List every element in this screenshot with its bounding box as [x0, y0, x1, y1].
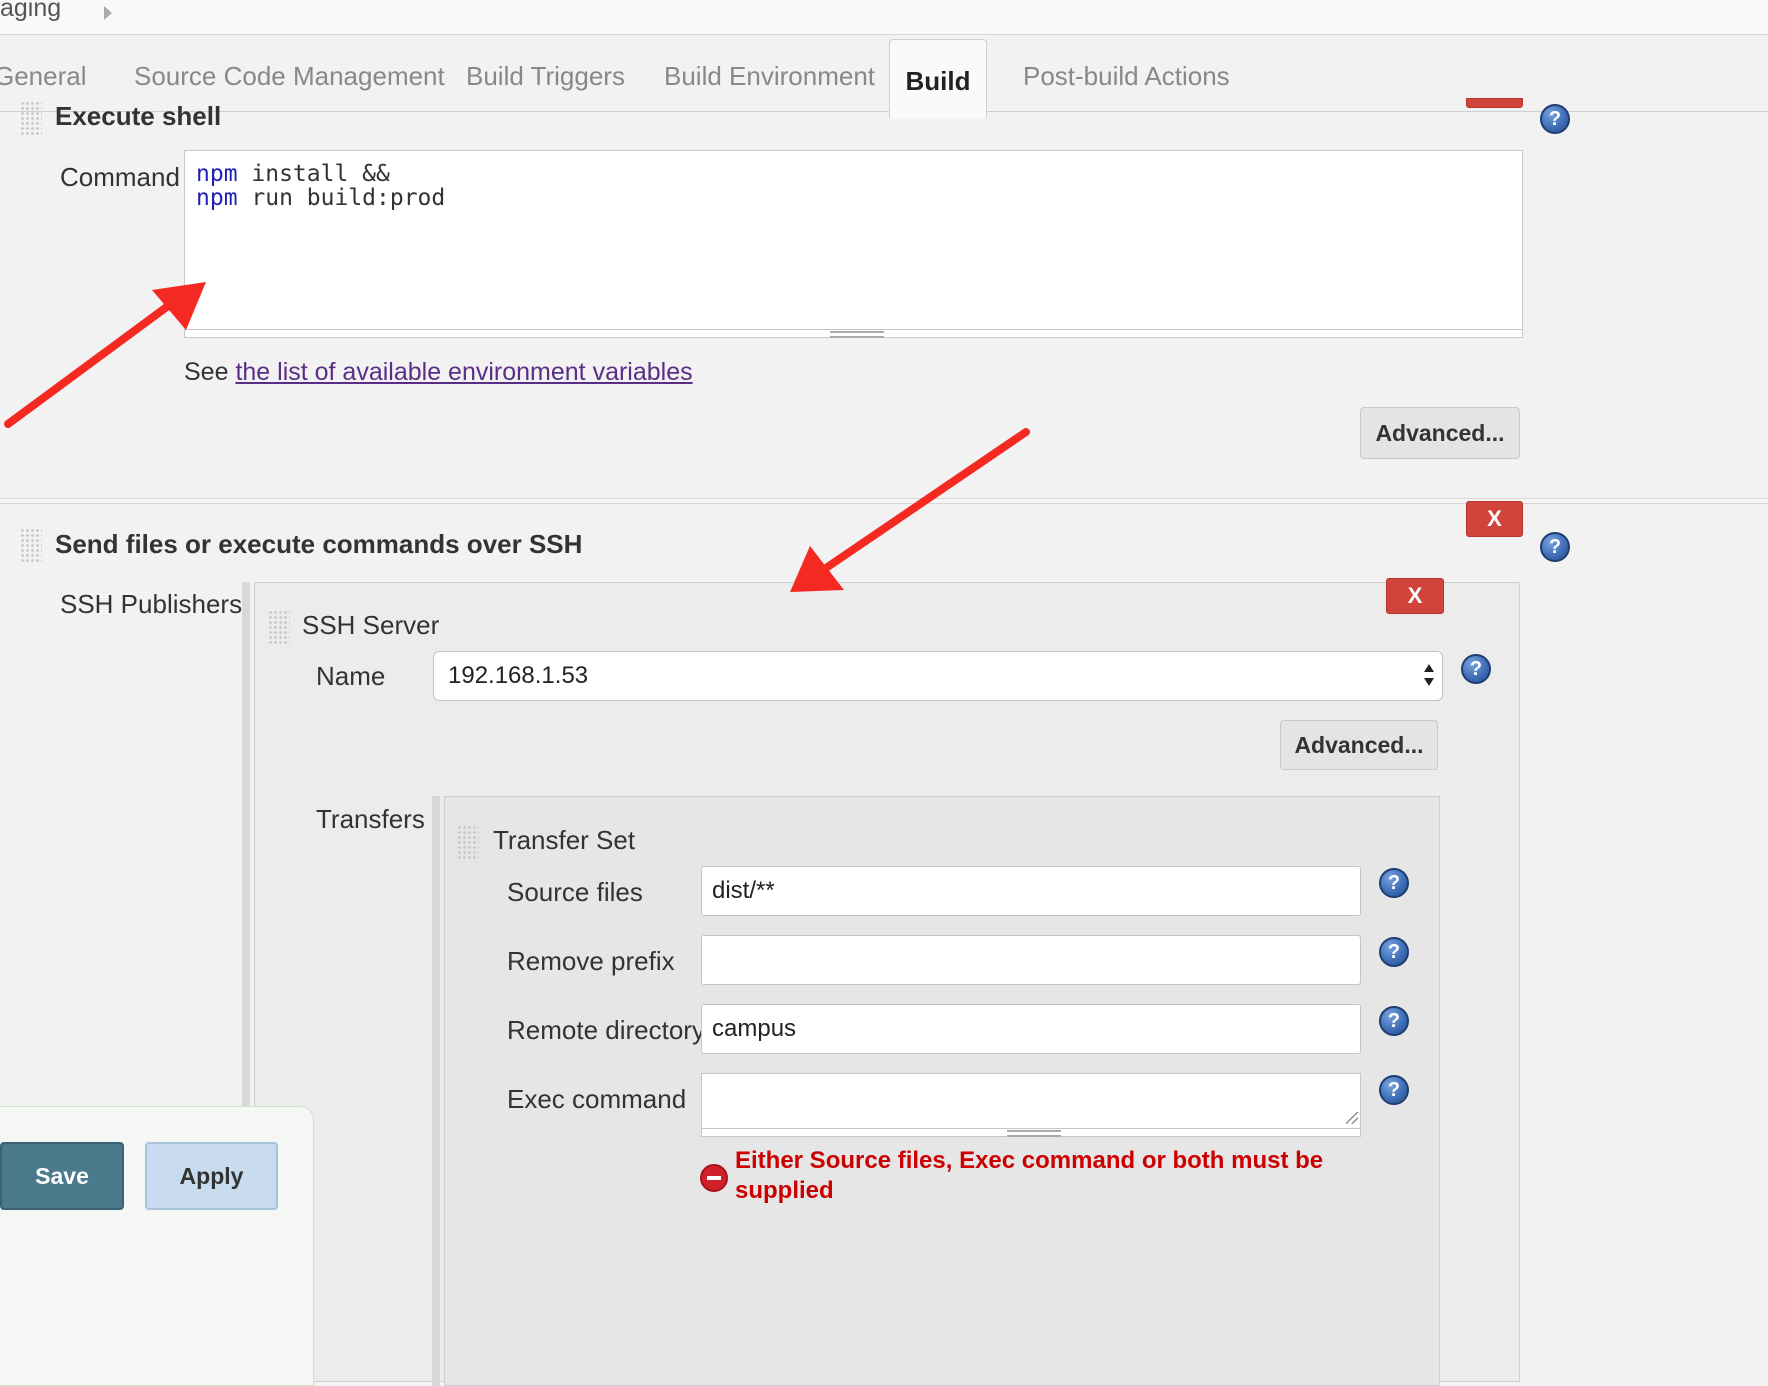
save-button[interactable]: Save: [0, 1142, 124, 1210]
apply-button[interactable]: Apply: [145, 1142, 278, 1210]
annotation-arrow-ssh: [790, 428, 1030, 592]
annotation-arrow-command: [4, 282, 206, 428]
